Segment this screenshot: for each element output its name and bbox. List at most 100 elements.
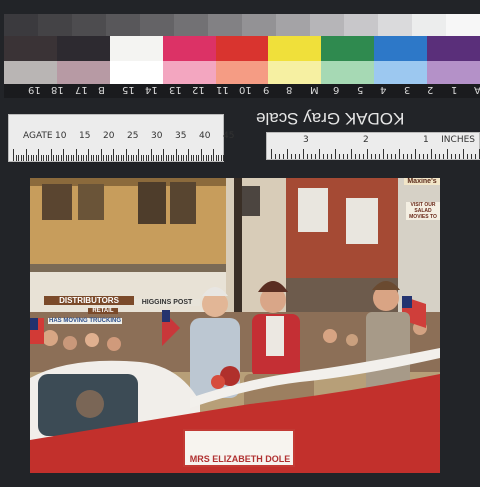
gray-step	[242, 14, 276, 36]
ruler-tick	[379, 154, 380, 159]
ruler-tick	[35, 155, 37, 161]
ruler-tick	[383, 149, 384, 159]
ruler-tick	[113, 149, 114, 161]
agate-label: AGATE	[23, 131, 53, 141]
ruler-tick	[105, 155, 107, 161]
ruler-tick	[467, 154, 468, 159]
parade-photograph: DISTRIBUTORS RETAIL HAS MOVING TRUCKING …	[30, 178, 440, 473]
scale-index-label: 9	[262, 84, 269, 95]
ruler-tick	[351, 149, 352, 159]
distributors-sign: DISTRIBUTORS	[44, 296, 134, 305]
agate-number: 10	[55, 131, 67, 141]
agate-number: 45	[223, 131, 235, 141]
gray-step	[378, 14, 412, 36]
scale-index-label: 13	[168, 84, 182, 95]
ruler-tick	[63, 149, 64, 161]
car-name-banner: MRS ELIZABETH DOLE	[189, 454, 291, 464]
post-sign: HIGGINS POST	[134, 299, 200, 306]
ruler-tick	[73, 155, 74, 161]
ruler-tick	[339, 154, 340, 159]
ruler-tick	[188, 149, 189, 161]
color-calibration-target	[4, 14, 480, 86]
ruler-tick	[195, 155, 197, 161]
ruler-tick	[168, 155, 169, 161]
ruler-tick	[193, 155, 194, 161]
gray-step	[310, 14, 344, 36]
ruler-tick	[223, 155, 224, 161]
inches-ruler: INCHES 1 2 3	[266, 132, 480, 160]
color-patch	[4, 36, 57, 86]
scale-index-label: 2	[427, 84, 434, 95]
ruler-tick	[98, 155, 99, 161]
ruler-tick	[439, 154, 440, 159]
ruler-tick	[25, 149, 27, 161]
ruler-tick	[33, 155, 34, 161]
ruler-tick	[80, 155, 82, 161]
ruler-tick	[411, 154, 412, 159]
ruler-tick	[20, 155, 22, 161]
ruler-tick	[155, 155, 157, 161]
ruler-tick	[100, 149, 102, 161]
parade-scene	[30, 178, 440, 473]
ruler-tick	[431, 149, 432, 159]
retail-sign: RETAIL	[88, 308, 118, 314]
ruler-tick	[53, 155, 54, 161]
ruler-tick	[367, 149, 368, 159]
color-patch	[215, 36, 269, 86]
scale-index-label: 10	[239, 84, 252, 95]
ruler-tick	[407, 154, 408, 159]
inch-number: 3	[303, 135, 309, 145]
ruler-tick	[451, 154, 452, 159]
ruler-tick	[427, 154, 428, 159]
ruler-tick	[43, 155, 44, 161]
color-patches	[4, 36, 480, 86]
ruler-tick	[435, 154, 436, 159]
ruler-tick	[123, 155, 124, 161]
color-patch	[162, 36, 216, 86]
scale-index-label: 11	[215, 84, 229, 95]
ruler-tick	[13, 149, 14, 161]
color-patch	[427, 36, 480, 86]
ruler-tick	[335, 149, 336, 159]
scale-index-label: M	[309, 84, 319, 95]
ruler-tick	[391, 154, 392, 159]
ruler-tick	[198, 155, 199, 161]
ruler-tick	[327, 154, 328, 159]
ruler-tick	[190, 155, 192, 161]
ruler-tick	[135, 155, 137, 161]
gray-step	[72, 14, 106, 36]
ruler-tick	[363, 154, 364, 159]
ruler-tick	[415, 149, 416, 159]
ruler-tick	[203, 155, 204, 161]
ruler-tick	[471, 154, 472, 159]
ruler-tick	[205, 155, 207, 161]
ruler-tick	[143, 155, 144, 161]
ruler-tick	[399, 149, 400, 159]
ruler-tick	[153, 155, 154, 161]
ruler-tick	[447, 149, 448, 159]
gray-step	[4, 14, 38, 36]
scale-index-label: 1	[450, 84, 457, 95]
ruler-tick	[30, 155, 32, 161]
ruler-tick	[319, 149, 320, 159]
ruler-tick	[103, 155, 104, 161]
ruler-tick	[128, 155, 129, 161]
ruler-tick	[459, 154, 460, 159]
ruler-tick	[145, 155, 147, 161]
ruler-tick	[60, 155, 62, 161]
ruler-tick	[423, 154, 424, 159]
kodak-gray-scale-label: KODAK Gray Scale	[256, 109, 405, 128]
ruler-tick	[475, 154, 476, 159]
gray-step	[174, 14, 208, 36]
gray-step	[412, 14, 446, 36]
ruler-tick	[275, 154, 276, 159]
scale-index-label: 6	[333, 84, 340, 95]
ruler-tick	[65, 155, 67, 161]
agate-number: 25	[127, 131, 139, 141]
ruler-tick	[213, 149, 214, 161]
ruler-tick	[220, 155, 222, 161]
ruler-tick	[311, 154, 312, 159]
gray-step	[38, 14, 72, 36]
ruler-tick	[160, 155, 162, 161]
ruler-tick	[303, 149, 304, 159]
